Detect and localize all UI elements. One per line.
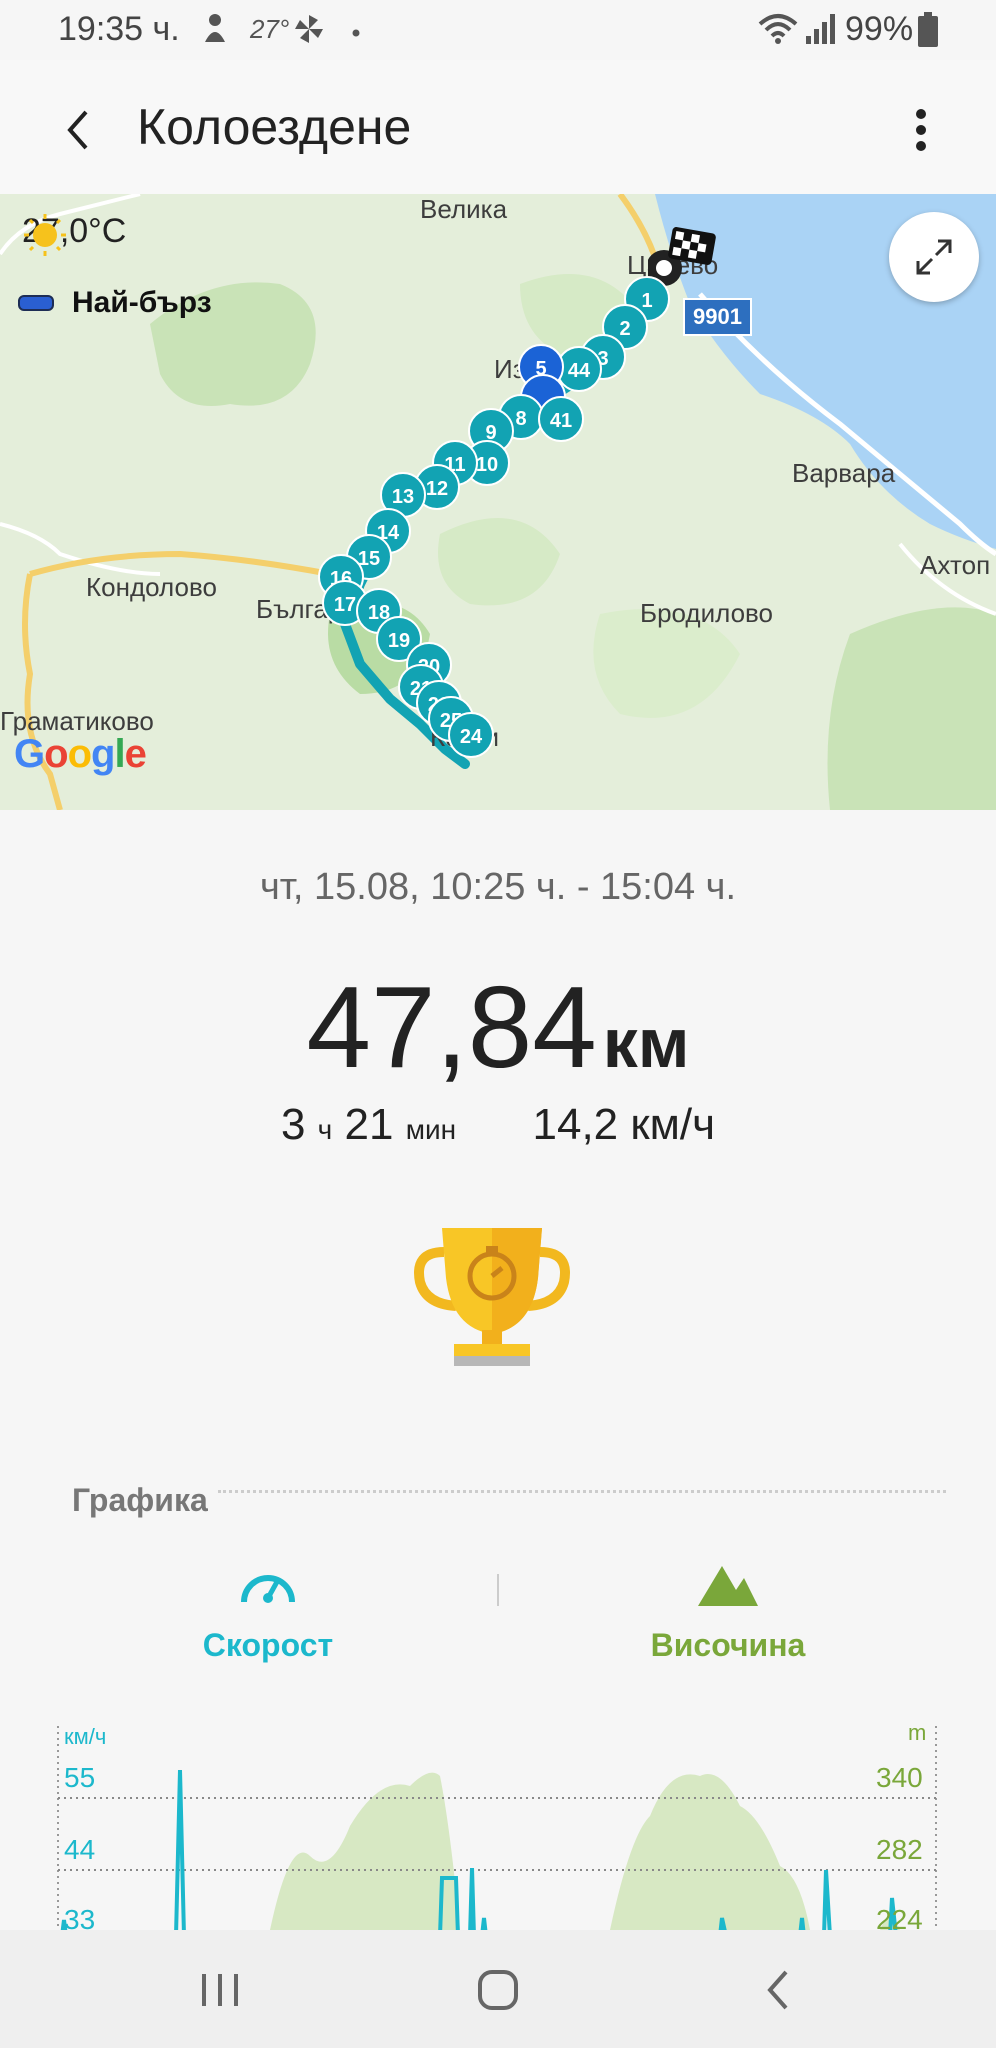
status-time: 19:35 ч. <box>58 10 180 48</box>
road-number-badge: 9901 <box>683 298 752 336</box>
status-bar: 19:35 ч. 27° 99% <box>0 0 996 60</box>
workout-stats: 3 ч 21 мин 14,2 км/ч <box>0 1100 996 1150</box>
fan-icon <box>292 12 326 51</box>
duration-hours-unit: ч <box>317 1114 333 1145</box>
chart-right-tick: 340 <box>876 1762 923 1793</box>
place-kondolovo: Кондолово <box>86 572 217 602</box>
dot-icon <box>352 24 360 42</box>
notification-icon <box>200 12 230 51</box>
map-weather: 27,0°C <box>22 212 126 256</box>
google-logo: Google <box>14 732 147 776</box>
place-ahtopol: Ахтоп <box>920 550 991 580</box>
more-options-button[interactable] <box>896 100 946 160</box>
distance: 47,84км <box>0 960 996 1094</box>
legend-label: Най-бърз <box>72 286 212 319</box>
tab-speed-label: Скорост <box>202 1627 334 1663</box>
place-varvara: Варвара <box>792 458 896 488</box>
place-brodilovo: Бродилово <box>640 598 774 628</box>
mountain-icon <box>698 1566 758 1606</box>
distance-value: 47,84 <box>306 962 597 1092</box>
duration-minutes-unit: мин <box>405 1114 457 1145</box>
battery-icon <box>917 12 939 53</box>
chart-right-unit: m <box>908 1720 927 1745</box>
expand-icon <box>916 239 952 275</box>
route-marker[interactable]: 41 <box>538 396 584 442</box>
back-button[interactable] <box>52 100 112 160</box>
status-weather-temp: 27° <box>250 14 290 44</box>
recents-icon <box>202 1974 238 2006</box>
tab-divider <box>497 1574 499 1606</box>
graphs-title: Графика <box>72 1482 208 1518</box>
route-legend: Най-бърз <box>18 286 212 320</box>
wifi-icon <box>758 12 798 51</box>
page-title: Колоездене <box>137 99 412 155</box>
legend-swatch <box>18 295 54 311</box>
chart-right-tick: 282 <box>876 1834 923 1865</box>
speedometer-icon <box>241 1575 295 1603</box>
distance-unit: км <box>602 1004 690 1082</box>
battery-percent: 99% <box>845 10 914 48</box>
nav-back-icon <box>767 1970 788 2010</box>
chart-left-tick: 44 <box>64 1834 96 1865</box>
app-bar: Колоездене <box>0 60 996 194</box>
sun-icon <box>24 214 66 256</box>
route-map[interactable]: 27,0°C Най-бърз Велика Царево Варвара Ах… <box>0 194 996 810</box>
route-marker[interactable]: 24 <box>448 712 494 758</box>
workout-datetime: чт, 15.08, 10:25 ч. - 15:04 ч. <box>259 866 737 908</box>
nav-back-button[interactable] <box>750 1964 810 2016</box>
tab-altitude[interactable]: Височина <box>578 1560 878 1664</box>
trophy-stopwatch-icon[interactable] <box>412 1218 572 1383</box>
chart-canvas <box>57 1726 937 1936</box>
signal-icon <box>804 12 836 51</box>
speed-altitude-chart[interactable]: км/ч m 55 44 33 340 282 224 <box>0 1706 996 1936</box>
graphs-divider <box>218 1490 946 1493</box>
average-speed: 14,2 км/ч <box>532 1100 716 1149</box>
duration-hours: 3 <box>280 1100 306 1149</box>
place-velika: Велика <box>420 194 508 224</box>
tab-speed[interactable]: Скорост <box>118 1560 418 1664</box>
chart-left-tick: 55 <box>64 1762 96 1793</box>
tab-altitude-label: Височина <box>650 1627 806 1663</box>
home-button[interactable] <box>468 1964 528 2016</box>
recents-button[interactable] <box>190 1964 250 2016</box>
chart-left-unit: км/ч <box>64 1724 107 1749</box>
duration-minutes: 21 <box>344 1100 394 1149</box>
more-vert-icon <box>916 109 926 151</box>
back-arrow-icon <box>67 110 88 150</box>
system-nav-bar <box>0 1930 996 2048</box>
home-icon <box>478 1970 518 2010</box>
expand-map-button[interactable] <box>889 212 979 302</box>
